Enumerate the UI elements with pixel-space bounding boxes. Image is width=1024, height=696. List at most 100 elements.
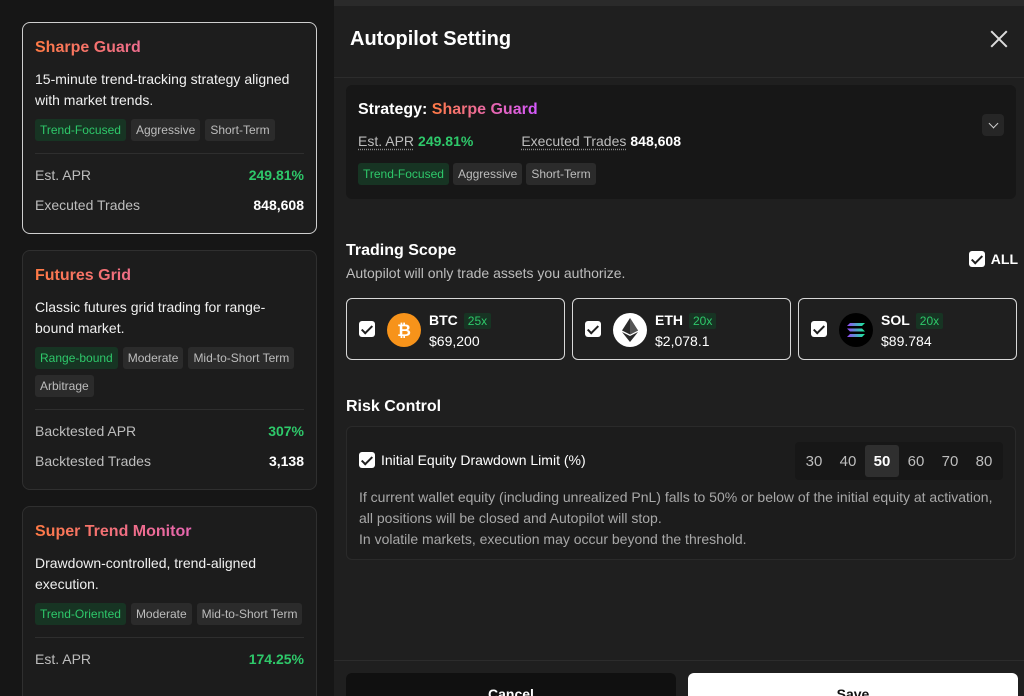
stat-row: Backtested Trades 3,138 bbox=[35, 446, 304, 476]
selected-strategy-summary: Strategy: Sharpe Guard Est. APR 249.81% E… bbox=[346, 85, 1016, 199]
risk-control-panel: Initial Equity Drawdown Limit (%) 30 40 … bbox=[346, 426, 1016, 560]
checkbox-checked[interactable] bbox=[585, 321, 601, 337]
strategy-desc: Drawdown-controlled, trend-aligned execu… bbox=[35, 555, 257, 592]
close-icon[interactable] bbox=[986, 26, 1012, 52]
stat-label: Est. APR bbox=[35, 651, 92, 667]
tag: Trend-Focused bbox=[35, 119, 126, 141]
trading-scope-subtitle: Autopilot will only trade assets you aut… bbox=[346, 265, 626, 281]
strategy-tags: Trend-Focused Aggressive Short-Term bbox=[35, 119, 304, 141]
strategy-label: Strategy: bbox=[358, 101, 432, 118]
trades-stat: Executed Trades 848,608 bbox=[521, 133, 681, 149]
strategy-card-super-trend-monitor[interactable]: Super Trend Monitor Drawdown-controlled,… bbox=[22, 506, 317, 696]
apr-value: 249.81% bbox=[418, 133, 474, 149]
level-option[interactable]: 30 bbox=[797, 445, 831, 477]
stat-row: Est. APR 249.81% bbox=[35, 160, 304, 190]
trades-value: 848,608 bbox=[630, 133, 681, 149]
risk-desc-2: In volatile markets, execution may occur… bbox=[359, 531, 747, 547]
checkbox-checked[interactable] bbox=[359, 321, 375, 337]
stat-label: Backtested APR bbox=[35, 423, 137, 439]
divider bbox=[35, 637, 304, 638]
strategy-tags: Trend-Focused Aggressive Short-Term bbox=[358, 163, 596, 185]
asset-price: $2,078.1 bbox=[655, 333, 710, 349]
checkbox-checked[interactable] bbox=[968, 251, 985, 267]
strategy-stats: Est. APR 249.81% Executed Trades 848,608 bbox=[358, 133, 681, 149]
ethereum-icon bbox=[613, 313, 647, 347]
divider bbox=[35, 153, 304, 154]
stat-value: 848,608 bbox=[253, 197, 304, 213]
stat-value: 249.81% bbox=[248, 167, 304, 183]
stat-value: 3,138 bbox=[268, 453, 304, 469]
tag: Trend-Oriented bbox=[35, 603, 126, 625]
strategy-name: Sharpe Guard bbox=[431, 101, 538, 118]
tag: Trend-Focused bbox=[358, 163, 449, 185]
leverage-badge: 20x bbox=[915, 313, 944, 329]
stat-value: 174.25% bbox=[248, 651, 304, 667]
tag: Aggressive bbox=[452, 163, 523, 185]
strategy-tags: Range-bound Moderate Mid-to-Short Term A… bbox=[35, 347, 304, 397]
stat-label: Est. APR bbox=[35, 167, 92, 183]
strategy-title: Sharpe Guard bbox=[35, 39, 304, 57]
apr-label: Est. APR bbox=[358, 133, 415, 149]
leverage-badge: 20x bbox=[689, 313, 717, 329]
modal-title: Autopilot Setting bbox=[350, 28, 512, 50]
checkbox-checked[interactable] bbox=[811, 321, 827, 337]
select-all-toggle[interactable]: ALL bbox=[968, 251, 1018, 267]
solana-icon bbox=[839, 313, 873, 347]
all-label: ALL bbox=[990, 251, 1018, 267]
level-option[interactable]: 70 bbox=[933, 445, 967, 477]
tag: Short-Term bbox=[526, 163, 596, 185]
stat-label: Executed Trades bbox=[35, 197, 141, 213]
trading-scope-title: Trading Scope bbox=[346, 242, 457, 259]
strategy-card-sharpe-guard[interactable]: Sharpe Guard 15-minute trend-tracking st… bbox=[22, 22, 317, 234]
level-option-selected[interactable]: 50 bbox=[865, 445, 899, 477]
modal-footer: Cancel Save bbox=[334, 660, 1024, 696]
apr-stat: Est. APR 249.81% bbox=[358, 133, 473, 149]
svg-text:₿: ₿ bbox=[397, 321, 411, 340]
tag: Short-Term bbox=[205, 119, 275, 141]
strategy-title: Futures Grid bbox=[35, 267, 304, 285]
modal-header: Autopilot Setting bbox=[334, 6, 1024, 78]
asset-card-eth[interactable]: ETH 20x $2,078.1 bbox=[572, 298, 791, 360]
level-option[interactable]: 40 bbox=[831, 445, 865, 477]
tag: Mid-to-Short Term bbox=[196, 603, 303, 625]
asset-symbol: ETH 20x bbox=[655, 312, 717, 329]
level-option[interactable]: 80 bbox=[967, 445, 1001, 477]
cancel-button[interactable]: Cancel bbox=[346, 673, 676, 696]
drawdown-limit-label: Initial Equity Drawdown Limit (%) bbox=[381, 452, 586, 468]
risk-control-title: Risk Control bbox=[346, 398, 442, 415]
tag: Arbitrage bbox=[35, 375, 94, 397]
chevron-down-icon[interactable] bbox=[982, 114, 1004, 136]
save-button[interactable]: Save bbox=[688, 673, 1018, 696]
stat-row: Executed Trades 848,608 bbox=[35, 190, 304, 220]
stat-label: Backtested Trades bbox=[35, 453, 151, 469]
strategy-line: Strategy: Sharpe Guard bbox=[358, 101, 538, 119]
strategy-title: Super Trend Monitor bbox=[35, 523, 304, 541]
tag: Range-bound bbox=[35, 347, 118, 369]
drawdown-limit-toggle[interactable]: Initial Equity Drawdown Limit (%) bbox=[359, 452, 586, 468]
stat-row: Backtested APR 307% bbox=[35, 416, 304, 446]
tag: Moderate bbox=[130, 603, 192, 625]
strategy-list: Sharpe Guard 15-minute trend-tracking st… bbox=[0, 0, 334, 696]
asset-card-sol[interactable]: SOL 20x $89.784 bbox=[798, 298, 1017, 360]
checkbox-checked[interactable] bbox=[359, 452, 375, 468]
strategy-desc: 15-minute trend-tracking strategy aligne… bbox=[35, 71, 290, 108]
asset-symbol: BTC 25x bbox=[429, 312, 492, 329]
tag: Aggressive bbox=[130, 119, 201, 141]
stat-value: 307% bbox=[268, 423, 304, 439]
autopilot-setting-modal: Autopilot Setting Strategy: Sharpe Guard… bbox=[334, 0, 1024, 696]
strategy-card-futures-grid[interactable]: Futures Grid Classic futures grid tradin… bbox=[22, 250, 317, 490]
asset-card-btc[interactable]: ₿ BTC 25x $69,200 bbox=[346, 298, 565, 360]
bitcoin-icon: ₿ bbox=[387, 313, 421, 347]
strategy-tags: Trend-Oriented Moderate Mid-to-Short Ter… bbox=[35, 603, 304, 625]
trades-label: Executed Trades bbox=[521, 133, 627, 149]
divider bbox=[35, 409, 304, 410]
risk-desc-1: If current wallet equity (including unre… bbox=[359, 489, 993, 526]
leverage-badge: 25x bbox=[463, 313, 492, 329]
tag: Moderate bbox=[122, 347, 184, 369]
drawdown-level-selector: 30 40 50 60 70 80 bbox=[795, 442, 1003, 480]
tag: Mid-to-Short Term bbox=[188, 347, 295, 369]
level-option[interactable]: 60 bbox=[899, 445, 933, 477]
risk-description: If current wallet equity (including unre… bbox=[359, 487, 1009, 550]
asset-price: $89.784 bbox=[881, 333, 932, 349]
asset-price: $69,200 bbox=[429, 333, 480, 349]
